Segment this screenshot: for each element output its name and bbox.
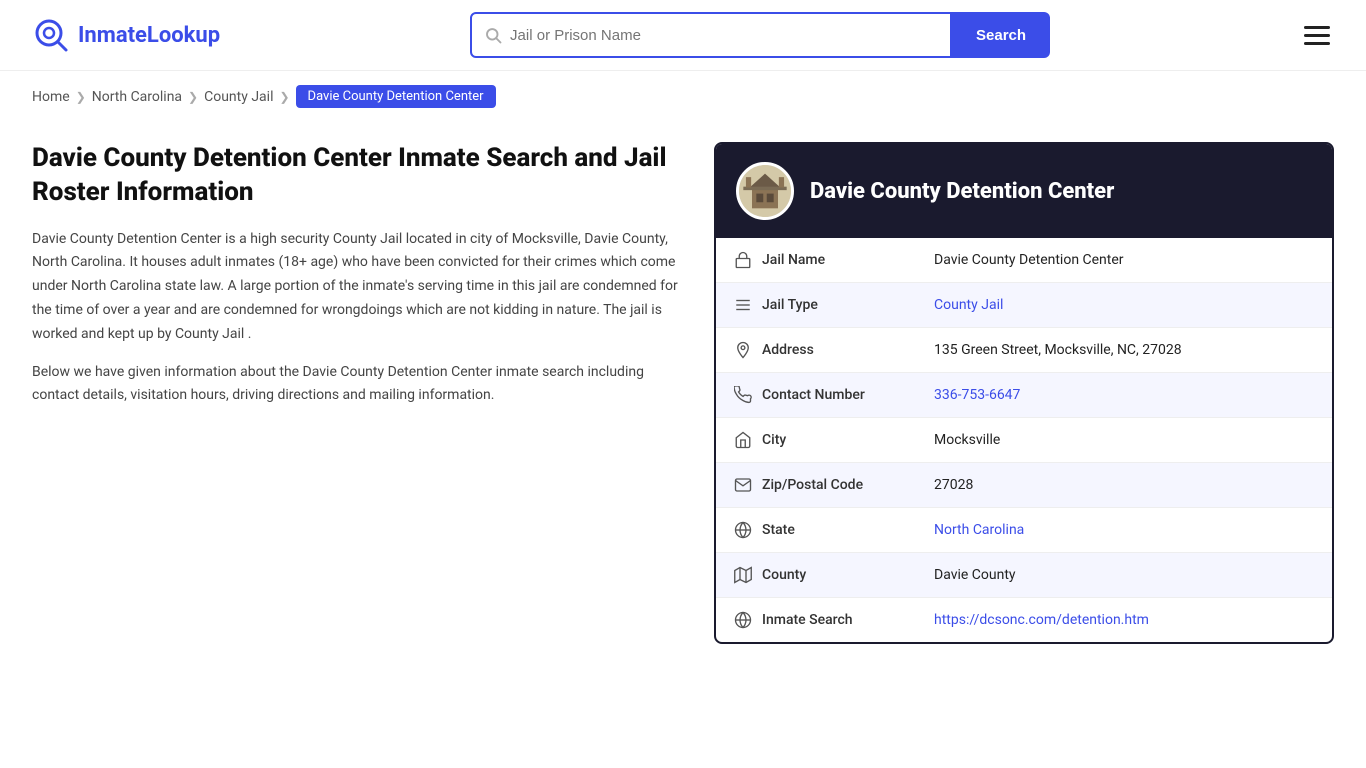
header: InmateLookup Search [0,0,1366,71]
jail-avatar [736,162,794,220]
table-row: Inmate Search https://dcsonc.com/detentio… [716,598,1332,643]
breadcrumb-chevron-1: ❯ [76,90,86,104]
row-label-cell: Jail Name [716,238,916,283]
search-wrapper [470,12,952,58]
row-value-link[interactable]: County Jail [934,297,1003,313]
breadcrumb-nc[interactable]: North Carolina [92,89,182,105]
breadcrumb-jail-type[interactable]: County Jail [204,89,273,105]
table-row: Contact Number 336-753-6647 [716,373,1332,418]
breadcrumb-chevron-3: ❯ [279,90,289,104]
table-row: City Mocksville [716,418,1332,463]
row-value-cell[interactable]: North Carolina [916,508,1332,553]
left-column: Davie County Detention Center Inmate Sea… [32,142,682,422]
breadcrumb: Home ❯ North Carolina ❯ County Jail ❯ Da… [0,71,1366,122]
search-input[interactable] [510,27,938,44]
card-title: Davie County Detention Center [810,179,1114,204]
breadcrumb-current: Davie County Detention Center [296,85,496,108]
row-value-cell[interactable]: 336-753-6647 [916,373,1332,418]
row-label-cell: Jail Type [716,283,916,328]
row-label-text: Jail Type [762,297,818,313]
row-value-link[interactable]: 336-753-6647 [934,387,1020,403]
table-row: Jail Name Davie County Detention Center [716,238,1332,283]
row-value-link[interactable]: https://dcsonc.com/detention.htm [934,612,1149,628]
address-icon [734,341,752,359]
breadcrumb-home[interactable]: Home [32,89,70,105]
row-label-cell: Address [716,328,916,373]
menu-line-2 [1304,34,1330,37]
city-icon [734,431,752,449]
row-label-text: State [762,522,795,538]
table-row: Address 135 Green Street, Mocksville, NC,… [716,328,1332,373]
logo-icon [32,16,70,54]
row-value-cell: Davie County [916,553,1332,598]
card-header: Davie County Detention Center [716,144,1332,238]
row-label-text: County [762,567,806,583]
row-value-cell[interactable]: County Jail [916,283,1332,328]
row-label-cell: Inmate Search [716,598,916,643]
info-card: Davie County Detention Center Jail Name D… [714,142,1334,644]
jail-icon [734,251,752,269]
zip-icon [734,476,752,494]
row-label-cell: Zip/Postal Code [716,463,916,508]
row-value-cell: Mocksville [916,418,1332,463]
type-icon [734,296,752,314]
inmate-icon [734,611,752,629]
row-value-cell[interactable]: https://dcsonc.com/detention.htm [916,598,1332,643]
row-label-text: Inmate Search [762,612,853,628]
row-label-cell: County [716,553,916,598]
search-area: Search [470,12,1050,58]
row-label-cell: Contact Number [716,373,916,418]
phone-icon [734,386,752,404]
breadcrumb-chevron-2: ❯ [188,90,198,104]
row-label-text: Contact Number [762,387,865,403]
right-column: Davie County Detention Center Jail Name D… [714,142,1334,644]
main-content: Davie County Detention Center Inmate Sea… [0,122,1366,684]
search-button[interactable]: Search [952,12,1050,58]
info-table: Jail NameDavie County Detention CenterJa… [716,238,1332,642]
logo-text: InmateLookup [78,23,220,48]
table-row: County Davie County [716,553,1332,598]
search-icon [484,26,502,44]
menu-line-3 [1304,42,1330,45]
row-label-text: Jail Name [762,252,825,268]
table-row: State North Carolina [716,508,1332,553]
row-value-cell: 27028 [916,463,1332,508]
description-paragraph-1: Davie County Detention Center is a high … [32,228,682,347]
description-paragraph-2: Below we have given information about th… [32,361,682,409]
row-label-cell: State [716,508,916,553]
row-value-cell: Davie County Detention Center [916,238,1332,283]
row-value-link[interactable]: North Carolina [934,522,1024,538]
row-value-cell: 135 Green Street, Mocksville, NC, 27028 [916,328,1332,373]
row-label-text: City [762,432,786,448]
table-row: Jail Type County Jail [716,283,1332,328]
hamburger-menu-button[interactable] [1300,22,1334,49]
state-icon [734,521,752,539]
county-icon [734,566,752,584]
logo-link[interactable]: InmateLookup [32,16,220,54]
menu-line-1 [1304,26,1330,29]
row-label-text: Address [762,342,814,358]
page-title: Davie County Detention Center Inmate Sea… [32,142,682,210]
table-row: Zip/Postal Code 27028 [716,463,1332,508]
row-label-cell: City [716,418,916,463]
row-label-text: Zip/Postal Code [762,477,863,493]
